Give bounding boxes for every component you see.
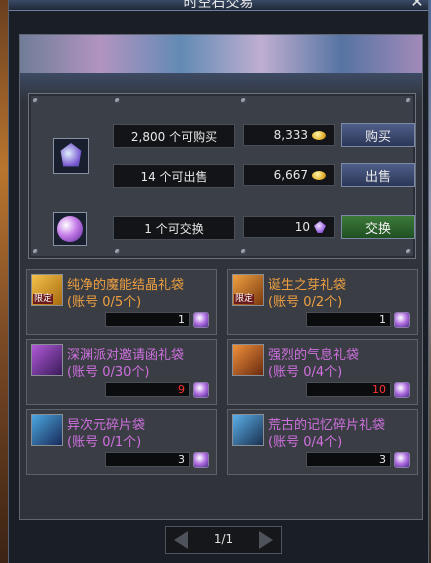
pagination: 1/1 (165, 526, 282, 554)
gem-icon (394, 312, 410, 328)
quantity-field[interactable]: 9 (105, 382, 190, 397)
sell-button[interactable]: 出售 (341, 163, 415, 187)
content-panel: 2,800 个可购买 14 个可出售 8,333 6,667 购买 出售 1 个… (19, 34, 423, 520)
buy-available: 2,800 个可购买 (113, 124, 235, 148)
gold-coin-icon (312, 170, 326, 180)
item-card[interactable]: 限定 纯净的魔能结晶礼袋 (账号 0/5个) 1 (26, 269, 217, 335)
rivet (406, 98, 411, 103)
crystal-icon (60, 143, 82, 167)
gem-icon (394, 382, 410, 398)
rivet (33, 98, 38, 103)
item-card[interactable]: 异次元碎片袋 (账号 0/1个) 3 (26, 409, 217, 475)
exchange-button[interactable]: 交换 (341, 215, 415, 239)
sell-price: 6,667 (273, 168, 308, 182)
titlebar: 时空石交易 ✕ (9, 0, 428, 11)
rivet (241, 249, 246, 254)
item-limit: (账号 0/4个) (268, 365, 343, 380)
sell-price-field: 6,667 (243, 164, 335, 186)
gem-icon (394, 452, 410, 468)
rivet (115, 98, 120, 103)
rivet (406, 249, 411, 254)
quantity-field[interactable]: 10 (306, 382, 391, 397)
orb-icon (57, 216, 83, 242)
quantity-field[interactable]: 1 (306, 312, 391, 327)
item-card[interactable]: 限定 诞生之芽礼袋 (账号 0/2个) 1 (227, 269, 418, 335)
item-card[interactable]: 荒古的记忆碎片礼袋 (账号 0/4个) 3 (227, 409, 418, 475)
orb-item-icon (53, 212, 87, 246)
item-card[interactable]: 深渊派对邀请函礼袋 (账号 0/30个) 9 (26, 339, 217, 405)
shard-bag-icon (31, 414, 63, 446)
exchange-cost: 10 (294, 220, 310, 234)
quantity-field[interactable]: 3 (105, 452, 190, 467)
item-limit: (账号 0/2个) (268, 295, 343, 310)
item-limit: (账号 0/1个) (67, 435, 142, 450)
quantity-field[interactable]: 1 (105, 312, 190, 327)
buy-price-field: 8,333 (243, 124, 335, 146)
gem-icon (193, 382, 209, 398)
quantity-field[interactable]: 3 (306, 452, 391, 467)
gift-bag-icon: 限定 (31, 274, 63, 306)
item-card[interactable]: 强烈的气息礼袋 (账号 0/4个) 10 (227, 339, 418, 405)
gold-coin-icon (312, 130, 326, 140)
rivet (115, 249, 120, 254)
item-limit: (账号 0/30个) (67, 365, 150, 380)
item-limit: (账号 0/5个) (67, 295, 142, 310)
window-title: 时空石交易 (183, 0, 254, 11)
next-page-icon[interactable] (259, 531, 273, 549)
trade-window: 时空石交易 ✕ 2,800 个可购买 14 个可出售 8,333 6,667 购… (8, 0, 429, 563)
limited-badge: 限定 (33, 294, 54, 304)
memory-shard-bag-icon (232, 414, 264, 446)
buy-button[interactable]: 购买 (341, 123, 415, 147)
close-icon[interactable]: ✕ (408, 0, 426, 10)
item-limit: (账号 0/4个) (268, 435, 343, 450)
gift-bag-icon: 限定 (232, 274, 264, 306)
rivet (33, 249, 38, 254)
invitation-bag-icon (31, 344, 63, 376)
exchange-available: 1 个可交换 (113, 216, 235, 240)
gem-icon (193, 452, 209, 468)
aura-bag-icon (232, 344, 264, 376)
gem-icon (193, 312, 209, 328)
buy-price: 8,333 (273, 128, 308, 142)
crystal-banner (20, 35, 422, 73)
rivet (241, 98, 246, 103)
exchange-cost-field: 10 (243, 216, 335, 238)
trade-panel: 2,800 个可购买 14 个可出售 8,333 6,667 购买 出售 1 个… (28, 93, 416, 259)
sell-available: 14 个可出售 (113, 164, 235, 188)
gem-icon (314, 221, 326, 233)
limited-badge: 限定 (234, 294, 255, 304)
crystal-item-icon (53, 138, 89, 174)
